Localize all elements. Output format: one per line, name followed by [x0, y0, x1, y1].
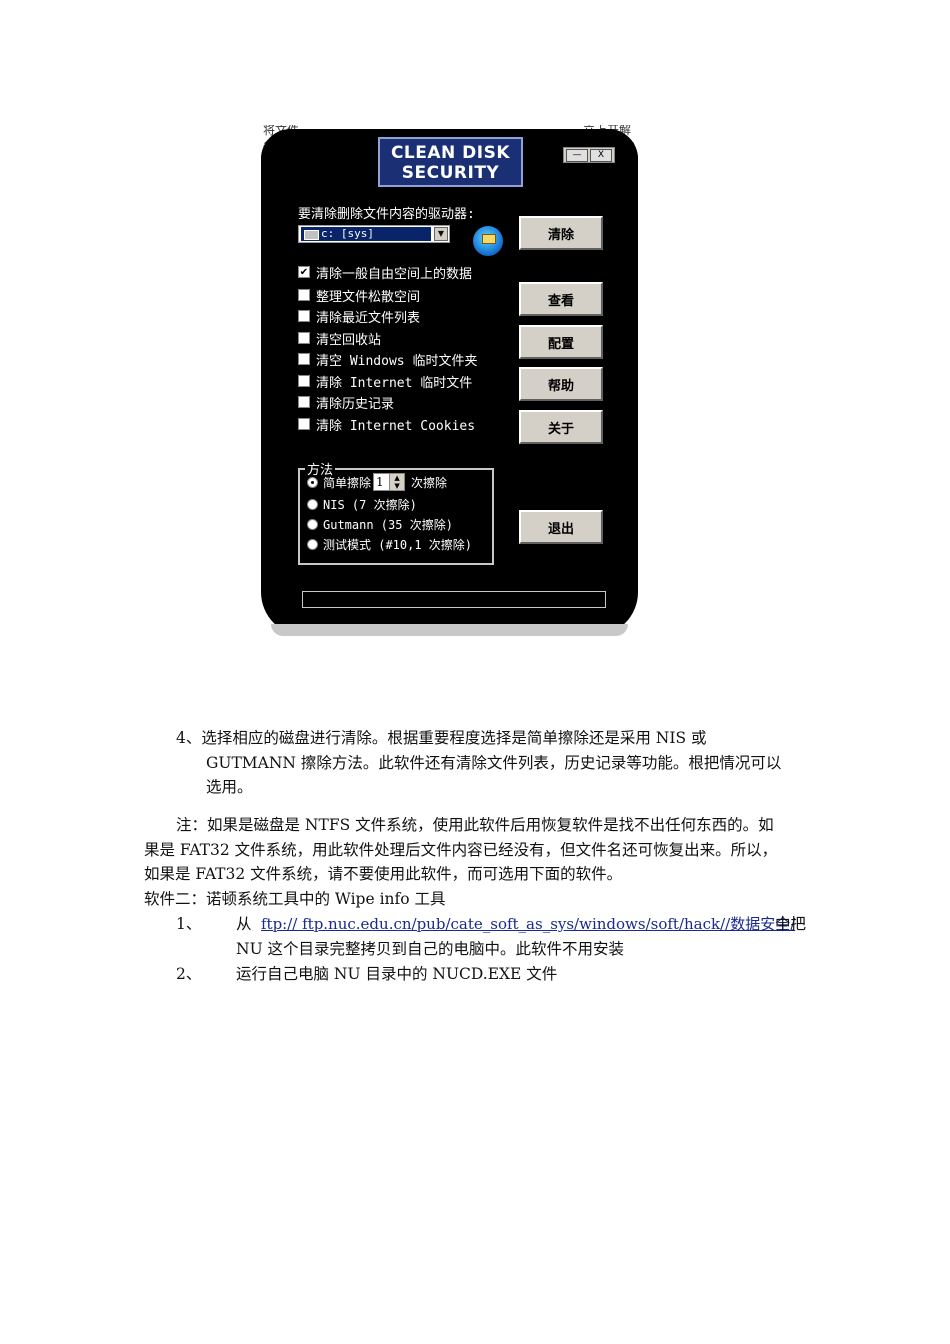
option-label: 清除一般自由空间上的数据: [316, 266, 473, 282]
option-label: 整理文件松散空间: [316, 289, 421, 305]
passes-value: 1: [376, 475, 384, 489]
logo-line-2: SECURITY: [401, 163, 500, 183]
option-label: 清除 Internet 临时文件: [316, 375, 473, 391]
window-body: CLEAN DISK SECURITY — X 要清除删除文件内容的驱动器: c…: [261, 129, 638, 624]
checkbox[interactable]: [298, 375, 310, 387]
item1-number: 1、: [176, 915, 202, 933]
gutmann-label: Gutmann (35 次擦除): [323, 517, 453, 532]
item2-number: 2、: [176, 965, 202, 983]
checkbox[interactable]: [298, 353, 310, 365]
software2-heading: 软件二：诺顿系统工具中的 Wipe info 工具: [144, 890, 446, 908]
checkbox[interactable]: [298, 332, 310, 344]
close-button[interactable]: X: [590, 149, 612, 162]
ftp-link[interactable]: ftp:// ftp.nuc.edu.cn/pub/cate_soft_as_s…: [261, 912, 795, 937]
clear-button[interactable]: 清除: [519, 216, 603, 250]
config-button[interactable]: 配置: [519, 325, 603, 359]
option-label: 清空 Windows 临时文件夹: [316, 353, 478, 369]
option-label: 清除最近文件列表: [316, 310, 421, 326]
radio[interactable]: [307, 538, 318, 550]
app-logo: CLEAN DISK SECURITY: [378, 137, 523, 187]
radio[interactable]: [307, 498, 318, 510]
view-button[interactable]: 查看: [519, 282, 603, 316]
option-row[interactable]: 清除 Internet 临时文件: [298, 372, 473, 391]
checkbox[interactable]: [298, 310, 310, 322]
checkbox-checked[interactable]: ✔: [298, 266, 310, 278]
stepper-arrows-icon[interactable]: ▲ ▼: [389, 474, 405, 490]
passes-stepper[interactable]: 1 ▲ ▼: [373, 473, 406, 491]
window-frame: CLEAN DISK SECURITY — X 要清除删除文件内容的驱动器: c…: [261, 129, 638, 636]
item1-from: 从: [236, 915, 252, 933]
item1-line-2: NU 这个目录完整拷贝到自己的电脑中。此软件不用安装: [236, 940, 625, 958]
method-option-gutmann[interactable]: Gutmann (35 次擦除): [307, 515, 453, 533]
step4-line-1: 4、选择相应的磁盘进行清除。根据重要程度选择是简单擦除还是采用 NIS 或: [176, 729, 707, 747]
step4-line-3: 选用。: [206, 778, 253, 796]
option-row[interactable]: 清空 Windows 临时文件夹: [298, 350, 478, 369]
title-controls: — X: [563, 147, 615, 163]
nis-label: NIS (7 次擦除): [323, 497, 417, 512]
drive-value-text: c: [sys]: [321, 227, 374, 240]
option-label: 清除 Internet Cookies: [316, 418, 476, 434]
method-option-test[interactable]: 测试模式 (#10,1 次擦除): [307, 535, 472, 553]
drive-selected-value: c: [sys]: [301, 227, 431, 241]
radio-selected[interactable]: [307, 476, 318, 488]
logo-line-1: CLEAN DISK: [390, 143, 511, 163]
globe-drive-icon: [473, 226, 503, 256]
chevron-down-icon[interactable]: ▼: [434, 227, 448, 241]
simple-prefix: 简单擦除: [323, 475, 372, 490]
note-line-1: 注：如果是磁盘是 NTFS 文件系统，使用此软件后用恢复软件是找不出任何东西的。…: [176, 816, 774, 834]
option-row[interactable]: 清除历史记录: [298, 393, 395, 412]
minimize-button[interactable]: —: [566, 149, 588, 162]
option-row[interactable]: 清除最近文件列表: [298, 307, 421, 326]
drive-icon: [482, 234, 496, 244]
drive-select[interactable]: c: [sys] ▼: [298, 225, 450, 243]
step4-line-2: GUTMANN 擦除方法。此软件还有清除文件列表，历史记录等功能。根把情况可以: [206, 754, 782, 772]
option-row[interactable]: ✔ 清除一般自由空间上的数据: [298, 263, 473, 282]
window-base: [271, 624, 628, 636]
hard-drive-icon: [304, 230, 319, 240]
radio[interactable]: [307, 518, 318, 530]
app-screenshot: 将文件 条三 立上开解 软件 CLEAN DISK SECURITY — X 要…: [261, 125, 638, 636]
about-button[interactable]: 关于: [519, 410, 603, 444]
option-row[interactable]: 清空回收站: [298, 329, 382, 348]
progress-bar: [302, 591, 606, 608]
method-option-simple[interactable]: 简单擦除 1 ▲ ▼ 次擦除: [307, 473, 447, 491]
option-label: 清空回收站: [316, 332, 382, 348]
checkbox[interactable]: [298, 396, 310, 408]
note-line-2: 果是 FAT32 文件系统，用此软件处理后文件内容已经没有，但文件名还可恢复出来…: [144, 841, 778, 859]
drive-label: 要清除删除文件内容的驱动器:: [298, 207, 475, 222]
help-button[interactable]: 帮助: [519, 367, 603, 401]
item1-tail: 中把: [775, 915, 807, 933]
option-row[interactable]: 整理文件松散空间: [298, 286, 421, 305]
checkbox[interactable]: [298, 418, 310, 430]
exit-button[interactable]: 退出: [519, 510, 603, 544]
note-line-3: 如果是 FAT32 文件系统，请不要使用此软件，而可选用下面的软件。: [144, 865, 623, 883]
method-option-nis[interactable]: NIS (7 次擦除): [307, 495, 417, 513]
option-label: 清除历史记录: [316, 396, 395, 412]
simple-suffix: 次擦除: [411, 475, 448, 490]
item2-text: 运行自己电脑 NU 目录中的 NUCD.EXE 文件: [236, 965, 558, 983]
option-row[interactable]: 清除 Internet Cookies: [298, 415, 476, 434]
test-label: 测试模式 (#10,1 次擦除): [323, 537, 473, 552]
checkbox[interactable]: [298, 289, 310, 301]
